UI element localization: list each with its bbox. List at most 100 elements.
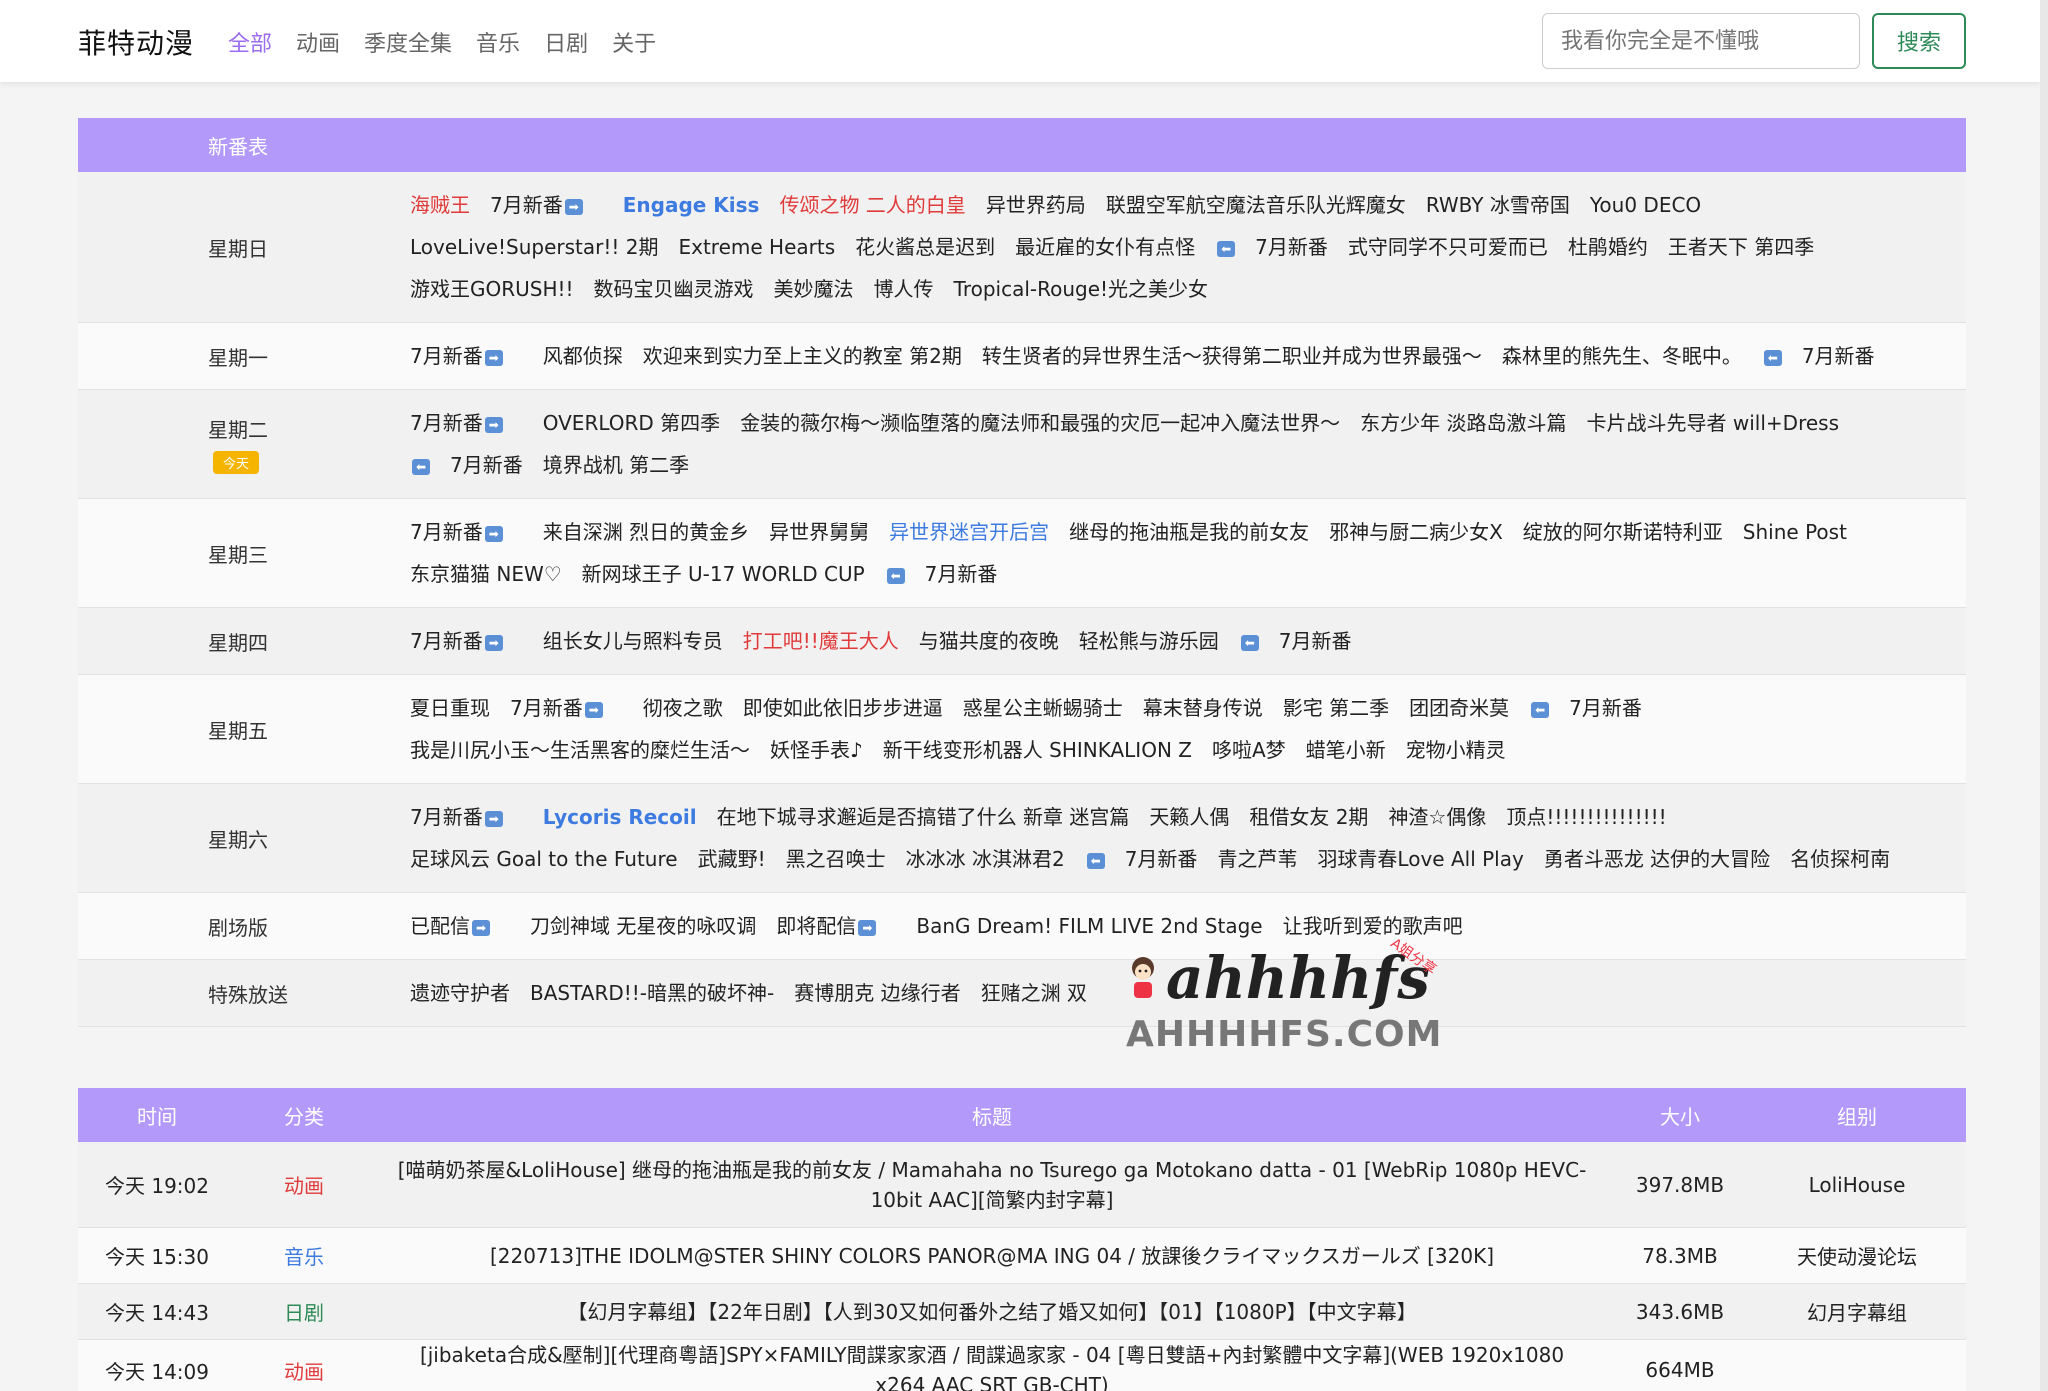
anime-link[interactable]: 花火酱总是迟到 [855,226,995,268]
anime-link[interactable]: 异世界药局 [986,184,1086,226]
col-title[interactable]: 标题 [372,1101,1612,1130]
anime-link[interactable]: 7月新番 ➡ [410,511,523,553]
anime-link[interactable]: 狂赌之渊 双 [981,972,1087,1014]
anime-link[interactable]: 彻夜之歌 [643,687,723,729]
anime-link[interactable]: 7月新番 ➡ [410,335,523,377]
anime-link[interactable]: 游戏王GORUSH!! [410,268,574,310]
anime-link[interactable]: 我是川尻小玉～生活黑客的糜烂生活～ [410,729,750,771]
anime-link[interactable]: 绽放的阿尔斯诺特利亚 [1523,511,1723,553]
anime-link[interactable]: 邪神与厨二病少女X [1329,511,1503,553]
col-category[interactable]: 分类 [236,1101,372,1130]
anime-link[interactable]: 组长女儿与照料专员 [543,620,723,662]
anime-link[interactable]: 遗迹守护者 [410,972,510,1014]
anime-link[interactable]: 7月新番 ➡ [510,687,623,729]
anime-link[interactable]: 团团奇米莫 [1409,687,1509,729]
table-row[interactable]: 今天 19:02 动画 [喵萌奶茶屋&LoliHouse] 继母的拖油瓶是我的前女友… [78,1142,1966,1228]
page-scrollbar[interactable] [2040,0,2048,1391]
col-time[interactable]: 时间 [78,1101,236,1130]
anime-link[interactable]: 打工吧!!魔王大人 [743,620,899,662]
anime-link[interactable]: 卡片战斗先导者 will+Dress [1587,402,1839,444]
anime-link[interactable]: 顶点!!!!!!!!!!!!!!! [1506,796,1666,838]
anime-link[interactable]: 联盟空军航空魔法音乐队光辉魔女 [1106,184,1406,226]
nav-item-drama[interactable]: 日剧 [544,26,588,58]
anime-link[interactable]: 7月新番 ➡ [410,620,523,662]
anime-link[interactable]: 7月新番 ➡ [410,402,523,444]
search-button[interactable]: 搜索 [1872,13,1966,69]
anime-link[interactable]: Extreme Hearts [678,226,835,268]
table-row[interactable]: 今天 14:09 动画 [jibaketa合成&壓制][代理商粵語]SPY×FAMI… [78,1340,1966,1391]
anime-link[interactable]: 已配信 ➡ [410,905,510,947]
anime-link[interactable]: OVERLORD 第四季 [543,402,720,444]
anime-link[interactable]: ⬅ 7月新番 [1239,620,1352,662]
anime-link[interactable]: 天籁人偶 [1149,796,1229,838]
anime-link[interactable]: 黑之召唤士 [786,838,886,880]
anime-link[interactable]: 轻松熊与游乐园 [1079,620,1219,662]
anime-link[interactable]: 风都侦探 [543,335,623,377]
anime-link[interactable]: 东京猫猫 NEW♡ [410,553,562,595]
anime-link[interactable]: 转生贤者的异世界生活～获得第二职业并成为世界最强～ [982,335,1482,377]
col-size[interactable]: 大小 [1612,1101,1748,1130]
anime-link[interactable]: 名侦探柯南 [1790,838,1890,880]
anime-link[interactable]: 境界战机 第二季 [543,444,689,486]
anime-link[interactable]: 来自深渊 烈日的黄金乡 [543,511,749,553]
anime-link[interactable]: 勇者斗恶龙 达伊的大冒险 [1544,838,1770,880]
anime-link[interactable]: 数码宝贝幽灵游戏 [594,268,754,310]
anime-link[interactable]: 最近雇的女仆有点怪 [1015,226,1195,268]
anime-link[interactable]: 7月新番 ➡ [410,796,523,838]
anime-link[interactable]: 影宅 第二季 [1283,687,1389,729]
anime-link[interactable]: ⬅ 7月新番 [1085,838,1197,880]
anime-link[interactable]: BanG Dream! FILM LIVE 2nd Stage [916,905,1262,947]
cell-category[interactable]: 音乐 [236,1241,372,1270]
cell-category[interactable]: 动画 [236,1356,372,1385]
anime-link[interactable]: 租借女友 2期 [1249,796,1368,838]
cell-title[interactable]: 【幻月字幕组】【22年日剧】【人到30又如何番外之结了婚又如何】【01】【108… [372,1297,1612,1327]
anime-link[interactable]: 足球风云 Goal to the Future [410,838,678,880]
anime-link[interactable]: 继母的拖油瓶是我的前女友 [1069,511,1309,553]
anime-link[interactable]: 东方少年 淡路岛激斗篇 [1360,402,1566,444]
anime-link[interactable]: 冰冰冰 冰淇淋君2 [906,838,1065,880]
anime-link[interactable]: RWBY 冰雪帝国 [1426,184,1570,226]
brand-logo[interactable]: 菲特动漫 [78,22,194,62]
anime-link[interactable]: 妖怪手表♪ [770,729,863,771]
anime-link[interactable]: Lycoris Recoil [543,796,697,838]
nav-item-anime[interactable]: 动画 [296,26,340,58]
anime-link[interactable]: 神渣☆偶像 [1388,796,1486,838]
anime-link[interactable]: Shine Post [1743,511,1847,553]
anime-link[interactable]: 蜡笔小新 [1306,729,1386,771]
anime-link[interactable]: 幕末替身传说 [1143,687,1263,729]
table-row[interactable]: 今天 15:30 音乐 [220713]THE IDOLM@STER SHINY C… [78,1228,1966,1284]
cell-title[interactable]: [jibaketa合成&壓制][代理商粵語]SPY×FAMILY間諜家家酒 / … [372,1340,1612,1391]
anime-link[interactable]: 羽球青春Love All Play [1317,838,1523,880]
anime-link[interactable]: 惑星公主蜥蜴骑士 [963,687,1123,729]
search-input[interactable] [1542,13,1860,69]
anime-link[interactable]: ⬅ 7月新番 [1762,335,1875,377]
cell-category[interactable]: 日剧 [236,1297,372,1326]
anime-link[interactable]: ⬅ 7月新番 [410,444,523,486]
anime-link[interactable]: 在地下城寻求邂逅是否搞错了什么 新章 迷宫篇 [717,796,1130,838]
anime-link[interactable]: 海贼王 [410,184,470,226]
cell-title[interactable]: [220713]THE IDOLM@STER SHINY COLORS PANO… [372,1241,1612,1271]
anime-link[interactable]: 式守同学不只可爱而已 [1348,226,1548,268]
anime-link[interactable]: 武藏野! [698,838,766,880]
anime-link[interactable]: 刀剑神域 无星夜的咏叹调 [530,905,756,947]
anime-link[interactable]: 博人传 [874,268,934,310]
anime-link[interactable]: You0 DECO [1590,184,1701,226]
nav-item-all[interactable]: 全部 [228,26,272,58]
anime-link[interactable]: 杜鹃婚约 [1568,226,1648,268]
anime-link[interactable]: 青之芦苇 [1217,838,1297,880]
cell-title[interactable]: [喵萌奶茶屋&LoliHouse] 继母的拖油瓶是我的前女友 / Mamahah… [372,1155,1612,1215]
anime-link[interactable]: BASTARD!!-暗黑的破坏神- [530,972,774,1014]
table-row[interactable]: 今天 14:43 日剧 【幻月字幕组】【22年日剧】【人到30又如何番外之结了婚又如… [78,1284,1966,1340]
anime-link[interactable]: 让我听到爱的歌声吧 [1283,905,1463,947]
anime-link[interactable]: LoveLive!Superstar!! 2期 [410,226,658,268]
anime-link[interactable]: Tropical-Rouge!光之美少女 [954,268,1209,310]
anime-link[interactable]: 金装的薇尔梅～濒临堕落的魔法师和最强的灾厄一起冲入魔法世界～ [740,402,1340,444]
anime-link[interactable]: 新网球王子 U-17 WORLD CUP [582,553,865,595]
anime-link[interactable]: ⬅ 7月新番 [1529,687,1642,729]
anime-link[interactable]: 7月新番 ➡ [490,184,603,226]
anime-link[interactable]: 异世界迷宫开后宫 [889,511,1049,553]
anime-link[interactable]: 异世界舅舅 [769,511,869,553]
nav-item-season[interactable]: 季度全集 [364,26,452,58]
nav-item-music[interactable]: 音乐 [476,26,520,58]
anime-link[interactable]: ⬅ 7月新番 [1215,226,1328,268]
